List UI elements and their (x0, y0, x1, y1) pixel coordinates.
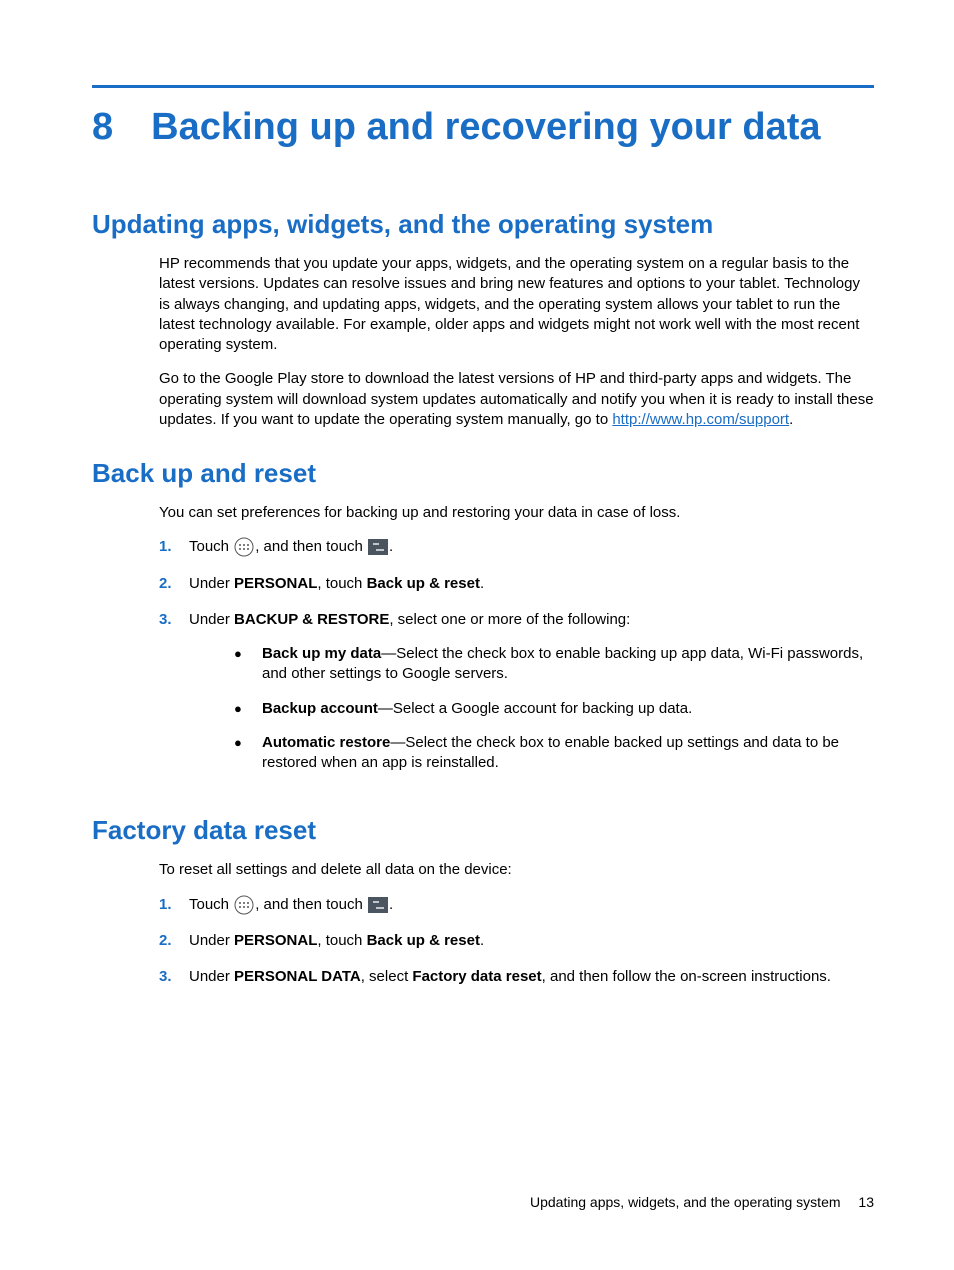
text: . (480, 575, 484, 592)
text-bold: Backup account (262, 700, 378, 717)
paragraph: Go to the Google Play store to download … (159, 369, 874, 430)
paragraph: You can set preferences for backing up a… (159, 503, 874, 523)
bullet-icon: ● (234, 700, 262, 720)
text: Touch (189, 538, 233, 555)
text: , touch (317, 932, 366, 949)
settings-icon (368, 897, 388, 913)
paragraph: To reset all settings and delete all dat… (159, 860, 874, 880)
section-heading-backup: Back up and reset (92, 458, 874, 489)
paragraph: HP recommends that you update your apps,… (159, 254, 874, 355)
all-apps-icon (234, 537, 254, 557)
text: . (389, 896, 393, 913)
text-bold: PERSONAL (234, 932, 317, 949)
step-number: 3. (159, 610, 189, 788)
text-bold: Factory data reset (412, 968, 541, 985)
bullet-icon: ● (234, 734, 262, 775)
section-heading-updating: Updating apps, widgets, and the operatin… (92, 209, 874, 240)
step-item: 3. Under PERSONAL DATA, select Factory d… (159, 967, 874, 987)
text-bold: BACKUP & RESTORE (234, 611, 389, 628)
step-number: 3. (159, 967, 189, 987)
step-number: 1. (159, 895, 189, 915)
step-item: 2. Under PERSONAL, touch Back up & reset… (159, 931, 874, 951)
text-bold: PERSONAL DATA (234, 968, 361, 985)
text: Under (189, 932, 234, 949)
bullet-item: ● Automatic restore—Select the check box… (234, 733, 874, 774)
text-bold: PERSONAL (234, 575, 317, 592)
step-item: 3. Under BACKUP & RESTORE, select one or… (159, 610, 874, 788)
support-link[interactable]: http://www.hp.com/support (612, 411, 789, 428)
text: —Select a Google account for backing up … (378, 700, 692, 717)
text-bold: Automatic restore (262, 734, 390, 751)
text: Under (189, 575, 234, 592)
step-item: 2. Under PERSONAL, touch Back up & reset… (159, 574, 874, 594)
bullet-icon: ● (234, 645, 262, 686)
page-number: 13 (858, 1194, 874, 1210)
text-bold: Back up & reset (367, 575, 480, 592)
text: , and then touch (255, 896, 367, 913)
step-item: 1. Touch , and then touch . (159, 537, 874, 557)
section-heading-factory: Factory data reset (92, 815, 874, 846)
step-number: 2. (159, 931, 189, 951)
bullet-item: ● Back up my data—Select the check box t… (234, 644, 874, 685)
chapter-number: 8 (92, 106, 113, 149)
text: , select (361, 968, 413, 985)
text-bold: Back up & reset (367, 932, 480, 949)
text: , and then touch (255, 538, 367, 555)
chapter-rule (92, 85, 874, 88)
text: , select one or more of the following: (389, 611, 630, 628)
text: . (389, 538, 393, 555)
chapter-title: Backing up and recovering your data (151, 106, 820, 149)
text: , and then follow the on-screen instruct… (542, 968, 831, 985)
footer-text: Updating apps, widgets, and the operatin… (530, 1194, 841, 1210)
text: . (480, 932, 484, 949)
text: Under (189, 968, 234, 985)
bullet-item: ● Backup account—Select a Google account… (234, 699, 874, 719)
settings-icon (368, 539, 388, 555)
page-footer: Updating apps, widgets, and the operatin… (530, 1194, 874, 1210)
text: Touch (189, 896, 233, 913)
step-number: 1. (159, 537, 189, 557)
all-apps-icon (234, 895, 254, 915)
step-item: 1. Touch , and then touch . (159, 895, 874, 915)
step-number: 2. (159, 574, 189, 594)
text: , touch (317, 575, 366, 592)
text: . (789, 411, 793, 428)
text: Under (189, 611, 234, 628)
text-bold: Back up my data (262, 645, 381, 662)
